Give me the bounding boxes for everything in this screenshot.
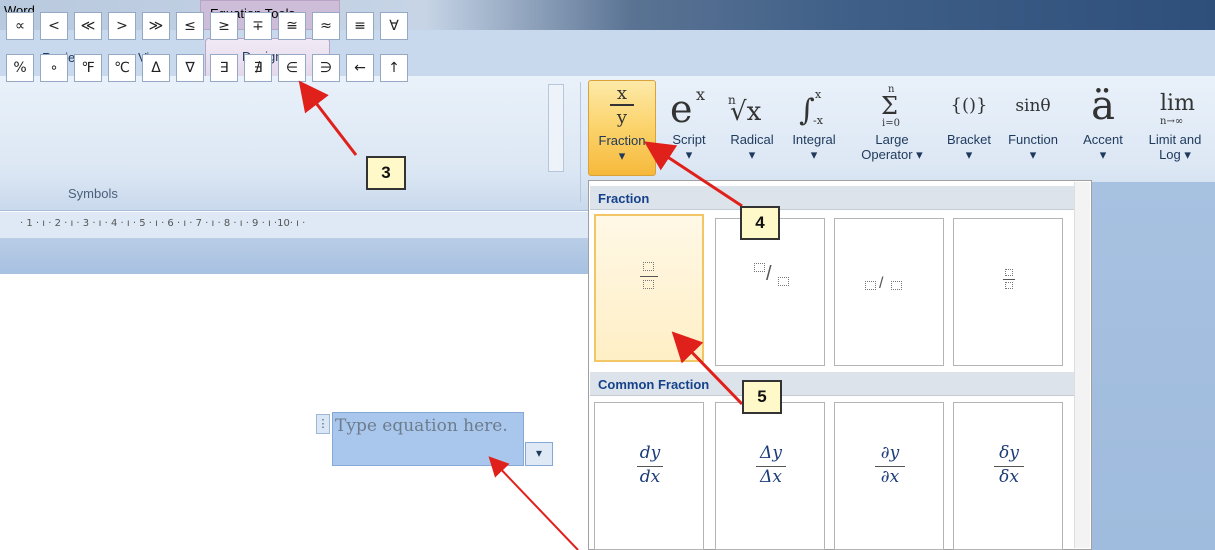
step-callout-4: 4 <box>740 206 780 240</box>
arrow-to-stacked-fraction <box>671 331 744 406</box>
step-callout-5: 5 <box>742 380 782 414</box>
arrow-to-equation-box <box>488 456 579 550</box>
arrow-to-design-tab <box>298 80 358 156</box>
step-callout-3: 3 <box>366 156 406 190</box>
annotation-arrows <box>298 80 744 550</box>
arrow-to-fraction-button <box>643 141 743 208</box>
